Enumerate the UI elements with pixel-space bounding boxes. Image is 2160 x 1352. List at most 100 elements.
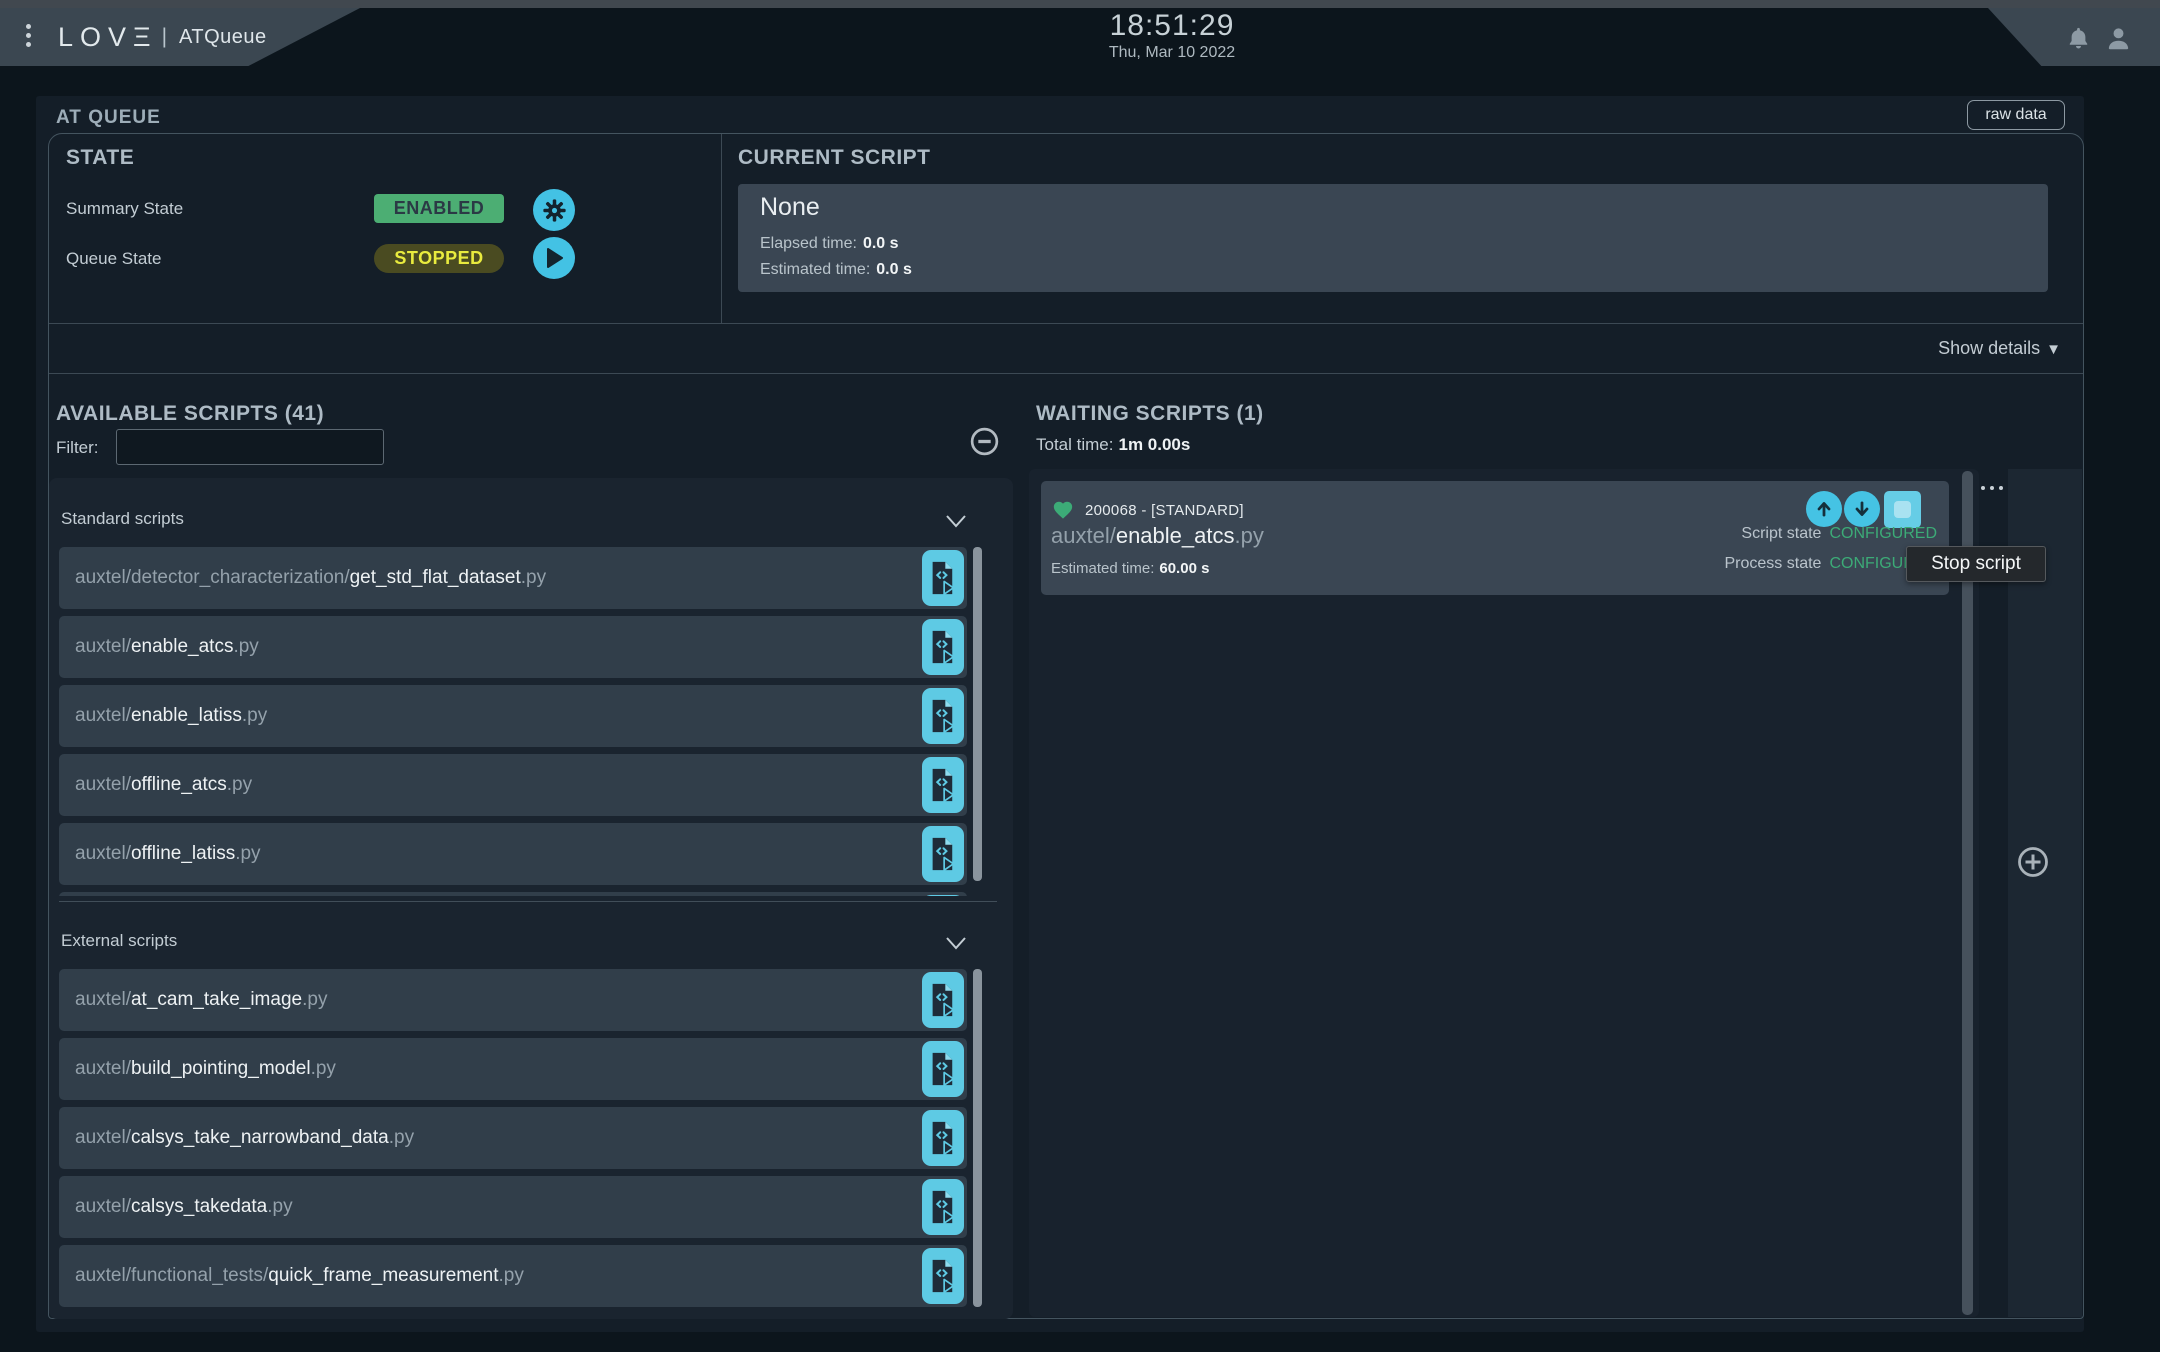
available-script-row[interactable]: auxtel/calsys_takedata.py (59, 1176, 967, 1238)
launch-script-icon (932, 983, 955, 1018)
available-script-row[interactable]: auxtel/build_pointing_model.py (59, 1038, 967, 1100)
play-icon (547, 248, 563, 268)
external-scripts-list: auxtel/at_cam_take_image.py auxtel/build… (59, 966, 967, 1310)
launch-script-button[interactable] (922, 550, 964, 606)
summary-state-config-button[interactable] (533, 189, 575, 231)
stop-script-tooltip: Stop script (1906, 546, 2046, 582)
launch-script-button[interactable] (922, 895, 964, 896)
add-script-icon (2018, 847, 2048, 877)
queue-state-badge: STOPPED (374, 244, 504, 273)
launch-script-icon (932, 561, 955, 596)
standard-scripts-scrollbar[interactable] (973, 547, 982, 881)
script-path-label: auxtel/enable_latiss.py (75, 705, 268, 726)
available-scripts-container: Standard scripts auxtel/detector_charact… (49, 478, 1013, 1319)
move-script-down-button[interactable] (1844, 491, 1880, 527)
launch-script-icon (932, 1259, 955, 1294)
launch-script-button[interactable] (922, 1110, 964, 1166)
available-script-row[interactable]: auxtel/offline_latiss.py (59, 823, 967, 885)
notifications-button[interactable] (2066, 25, 2091, 57)
script-path-label: auxtel/enable_atcs.py (75, 636, 259, 657)
script-path-label: auxtel/offline_atcs.py (75, 774, 253, 795)
script-path-label: auxtel/calsys_takedata.py (75, 1196, 293, 1217)
stop-script-icon (1894, 501, 1911, 518)
external-scripts-collapse-button[interactable] (945, 936, 967, 950)
estimated-time-row: Estimated time: 0.0 s (760, 261, 912, 278)
chevron-down-icon: ▼ (2046, 341, 2061, 358)
collapse-all-button[interactable] (968, 425, 1001, 458)
show-details-toggle[interactable]: Show details ▼ (1938, 338, 2061, 359)
available-script-row[interactable]: auxtel/functional_tests/quick_frame_meas… (59, 1245, 967, 1307)
available-script-row[interactable]: auxtel/enable_latiss.py (59, 685, 967, 747)
available-script-row-partial[interactable] (59, 892, 967, 896)
heartbeat-icon (1051, 499, 1075, 526)
launch-script-button[interactable] (922, 826, 964, 882)
move-down-icon (1855, 501, 1869, 516)
current-script-name: None (760, 193, 820, 221)
user-menu-button[interactable] (2104, 25, 2133, 57)
waiting-scripts-title: WAITING SCRIPTS (1) (1036, 402, 1264, 425)
launch-script-button[interactable] (922, 1248, 964, 1304)
divider (49, 373, 2083, 374)
add-script-button[interactable] (2016, 845, 2050, 879)
launch-script-button[interactable] (922, 619, 964, 675)
waiting-total-time: Total time: 1m 0.00s (1036, 435, 1191, 454)
script-path-label: auxtel/calsys_take_narrowband_data.py (75, 1127, 415, 1148)
divider (49, 323, 2083, 324)
launch-script-icon (932, 1052, 955, 1087)
state-section-title: STATE (66, 146, 135, 169)
elapsed-time-value: 0.0 s (862, 235, 899, 252)
available-script-row[interactable]: auxtel/enable_atcs.py (59, 616, 967, 678)
available-script-row[interactable]: auxtel/detector_characterization/get_std… (59, 547, 967, 609)
move-script-up-button[interactable] (1806, 491, 1842, 527)
launch-script-button[interactable] (922, 757, 964, 813)
launch-script-icon (932, 837, 955, 872)
launch-script-button[interactable] (922, 1041, 964, 1097)
script-path-label: auxtel/detector_characterization/get_std… (75, 567, 547, 588)
stop-script-button[interactable] (1884, 491, 1921, 528)
waiting-estimated-time: Estimated time: 60.00 s (1051, 560, 1210, 577)
waiting-scripts-scrollbar[interactable] (1962, 471, 1973, 1315)
available-script-row[interactable]: auxtel/at_cam_take_image.py (59, 969, 967, 1031)
launch-script-icon (932, 1190, 955, 1225)
love-logo: LOVΞ (58, 21, 158, 52)
waiting-script-card[interactable]: 200068 - [STANDARD] auxtel/enable_atcs.p… (1041, 481, 1949, 595)
app-title: ATQueue (179, 25, 267, 48)
standard-scripts-list: auxtel/detector_characterization/get_std… (59, 544, 967, 896)
script-path-label: auxtel/functional_tests/quick_frame_meas… (75, 1265, 524, 1286)
standard-scripts-collapse-button[interactable] (945, 514, 967, 528)
summary-state-badge: ENABLED (374, 194, 504, 223)
current-script-section-title: CURRENT SCRIPT (738, 146, 931, 169)
available-script-row[interactable]: auxtel/offline_atcs.py (59, 754, 967, 816)
waiting-total-time-value: 1m 0.00s (1118, 435, 1191, 454)
waiting-scripts-container: 200068 - [STANDARD] auxtel/enable_atcs.p… (1029, 469, 1979, 1317)
brand: LOVΞ | ATQueue (58, 8, 267, 66)
launch-script-button[interactable] (922, 1179, 964, 1235)
elapsed-time-row: Elapsed time: 0.0 s (760, 235, 899, 252)
bell-icon (2069, 27, 2088, 49)
script-state-row: Script state CONFIGURED (1741, 525, 1937, 542)
external-scripts-scrollbar[interactable] (973, 969, 982, 1307)
launch-script-icon (932, 630, 955, 665)
raw-data-button[interactable]: raw data (1967, 100, 2065, 130)
launch-script-icon (932, 1121, 955, 1156)
waiting-script-path: auxtel/enable_atcs.py (1051, 523, 1264, 548)
clock-time: 18:51:29 (1109, 9, 1235, 42)
waiting-estimated-time-value: 60.00 s (1159, 560, 1210, 577)
filter-input[interactable] (116, 429, 384, 465)
script-path-label: auxtel/offline_latiss.py (75, 843, 261, 864)
top-navigation-bar: LOVΞ | ATQueue 18:51:29 Thu, Mar 10 2022 (0, 8, 2160, 66)
script-index-badge: 200068 - [STANDARD] (1085, 502, 1244, 519)
script-state-value: CONFIGURED (1829, 525, 1937, 542)
launch-script-icon (932, 699, 955, 734)
panel-content: STATE Summary State ENABLED Queue State … (48, 133, 2084, 1319)
kebab-menu-icon[interactable] (26, 24, 31, 47)
chevron-down-icon (946, 515, 966, 528)
move-up-icon (1817, 502, 1831, 517)
launch-script-button[interactable] (922, 688, 964, 744)
chevron-down-icon (946, 937, 966, 950)
more-options-icon[interactable] (1981, 486, 2003, 490)
queue-run-button[interactable] (533, 237, 575, 279)
panel-title: AT QUEUE (56, 107, 161, 128)
launch-script-button[interactable] (922, 972, 964, 1028)
available-script-row[interactable]: auxtel/calsys_take_narrowband_data.py (59, 1107, 967, 1169)
